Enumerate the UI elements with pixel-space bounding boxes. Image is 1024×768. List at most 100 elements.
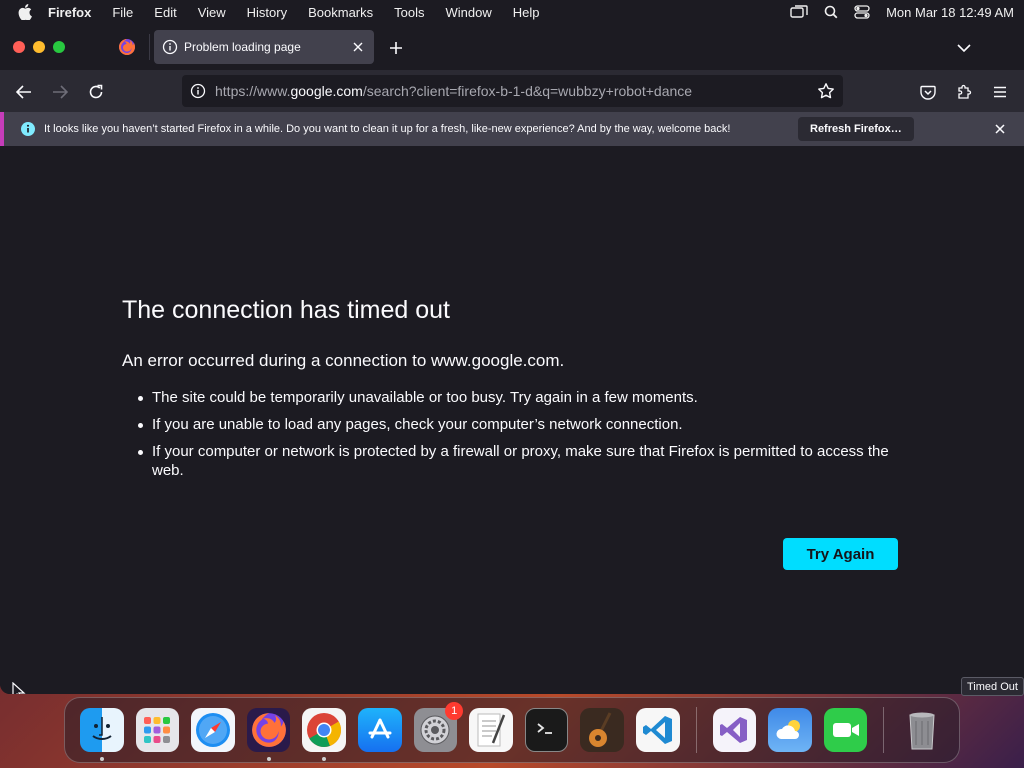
pocket-icon <box>920 85 936 100</box>
spotlight-search-icon[interactable] <box>824 5 838 19</box>
dock-trash[interactable] <box>900 708 944 752</box>
apple-icon[interactable] <box>16 3 34 21</box>
tab-separator <box>149 34 150 60</box>
menu-tools[interactable]: Tools <box>394 5 424 20</box>
list-item: The site could be temporarily unavailabl… <box>138 388 912 407</box>
app-store-icon <box>368 718 392 739</box>
dock-system-settings[interactable]: 1 <box>413 702 464 752</box>
bookmark-star-icon[interactable] <box>817 82 835 100</box>
list-all-tabs-button[interactable] <box>954 38 974 58</box>
dock-separator <box>883 707 885 753</box>
try-again-button[interactable]: Try Again <box>783 538 898 570</box>
new-tab-button[interactable] <box>386 38 406 58</box>
reload-icon <box>89 84 103 99</box>
screen-mirroring-icon[interactable] <box>790 5 808 19</box>
vscode-icon <box>642 716 672 744</box>
facetime-icon <box>832 723 859 737</box>
url-bar[interactable]: https://www.google.com/search?client=fir… <box>182 75 843 107</box>
dock-visual-studio[interactable] <box>712 708 757 752</box>
tab-problem-loading[interactable]: Problem loading page <box>154 30 374 64</box>
menu-bookmarks[interactable]: Bookmarks <box>308 5 373 20</box>
zoom-window-button[interactable] <box>53 41 65 53</box>
garageband-icon <box>589 712 612 747</box>
url-text[interactable]: https://www.google.com/search?client=fir… <box>215 83 692 99</box>
firefox-icon <box>251 713 286 747</box>
error-suggestions: The site could be temporarily unavailabl… <box>138 388 912 488</box>
safari-icon <box>195 713 230 747</box>
reload-button[interactable] <box>84 80 108 104</box>
dock-vscode[interactable] <box>635 708 680 752</box>
menu-bar: Firefox File Edit View History Bookmarks… <box>0 0 1024 24</box>
list-item: If your computer or network is protected… <box>138 442 912 480</box>
tab-bar: Problem loading page <box>0 24 1024 70</box>
notification-badge: 1 <box>445 702 464 720</box>
terminal-icon <box>537 723 552 734</box>
dock-separator <box>695 707 697 753</box>
firefox-icon <box>119 39 135 55</box>
menu-help[interactable]: Help <box>513 5 540 20</box>
tooltip: Timed Out <box>961 677 1024 696</box>
chevron-down-icon <box>957 44 971 53</box>
minimize-window-button[interactable] <box>33 41 45 53</box>
running-indicator <box>322 757 327 761</box>
textedit-icon <box>477 713 506 747</box>
refresh-firefox-button[interactable]: Refresh Firefox… <box>798 117 914 141</box>
plus-icon <box>390 42 402 54</box>
back-button[interactable] <box>12 80 36 104</box>
menu-file[interactable]: File <box>112 5 133 20</box>
dock-textedit[interactable] <box>469 708 513 752</box>
dock-terminal[interactable] <box>524 708 569 752</box>
error-page: The connection has timed out An error oc… <box>0 146 1024 694</box>
trash-icon <box>909 712 935 750</box>
navigation-toolbar: https://www.google.com/search?client=fir… <box>0 70 1024 112</box>
page-title: The connection has timed out <box>122 296 450 324</box>
finder-icon <box>92 717 112 740</box>
mouse-pointer-icon <box>12 682 26 694</box>
dock-weather[interactable] <box>768 708 812 752</box>
notification-message: It looks like you haven’t started Firefo… <box>44 123 731 135</box>
hamburger-menu-icon <box>994 86 1006 98</box>
dock-launchpad[interactable] <box>135 708 180 752</box>
chrome-icon <box>307 713 342 747</box>
forward-button[interactable] <box>48 80 72 104</box>
tab-title: Problem loading page <box>184 40 301 54</box>
forward-arrow-icon <box>53 85 68 99</box>
menu-history[interactable]: History <box>247 5 287 20</box>
info-icon <box>162 39 178 55</box>
pinned-tab-firefox[interactable] <box>108 32 146 62</box>
window-controls <box>13 41 65 53</box>
url-suffix: /search?client=firefox-b-1-d&q=wubbzy+ro… <box>362 83 693 99</box>
back-arrow-icon <box>16 85 31 99</box>
url-host: google.com <box>290 83 363 99</box>
running-indicator <box>100 757 104 761</box>
tab-close-icon[interactable] <box>350 39 366 55</box>
launchpad-icon <box>144 717 171 743</box>
list-item: If you are unable to load any pages, che… <box>138 415 912 434</box>
dock-firefox[interactable] <box>246 708 291 761</box>
dock-garageband[interactable] <box>580 708 624 752</box>
browser-window: Problem loading page https://www.google.… <box>0 24 1024 694</box>
dock-safari[interactable] <box>191 708 235 752</box>
dock-chrome[interactable] <box>302 708 346 761</box>
menu-edit[interactable]: Edit <box>154 5 176 20</box>
running-indicator <box>266 757 271 761</box>
extensions-button[interactable] <box>952 80 976 104</box>
menu-window[interactable]: Window <box>446 5 492 20</box>
menu-view[interactable]: View <box>198 5 226 20</box>
app-menu-button[interactable] <box>988 80 1012 104</box>
close-window-button[interactable] <box>13 41 25 53</box>
error-description: An error occurred during a connection to… <box>122 351 565 370</box>
dock-facetime[interactable] <box>823 708 868 752</box>
close-notification-icon[interactable] <box>992 121 1008 137</box>
dock-app-store[interactable] <box>357 708 402 752</box>
dock-finder[interactable] <box>80 708 124 761</box>
menu-clock[interactable]: Mon Mar 18 12:49 AM <box>886 5 1014 20</box>
info-filled-icon <box>21 122 35 136</box>
system-settings-icon <box>420 715 450 745</box>
pocket-button[interactable] <box>916 80 940 104</box>
menu-app-name[interactable]: Firefox <box>48 5 91 20</box>
control-center-icon[interactable] <box>854 5 870 19</box>
info-icon[interactable] <box>190 83 206 99</box>
weather-icon <box>776 720 800 739</box>
url-prefix: https://www. <box>215 83 291 99</box>
